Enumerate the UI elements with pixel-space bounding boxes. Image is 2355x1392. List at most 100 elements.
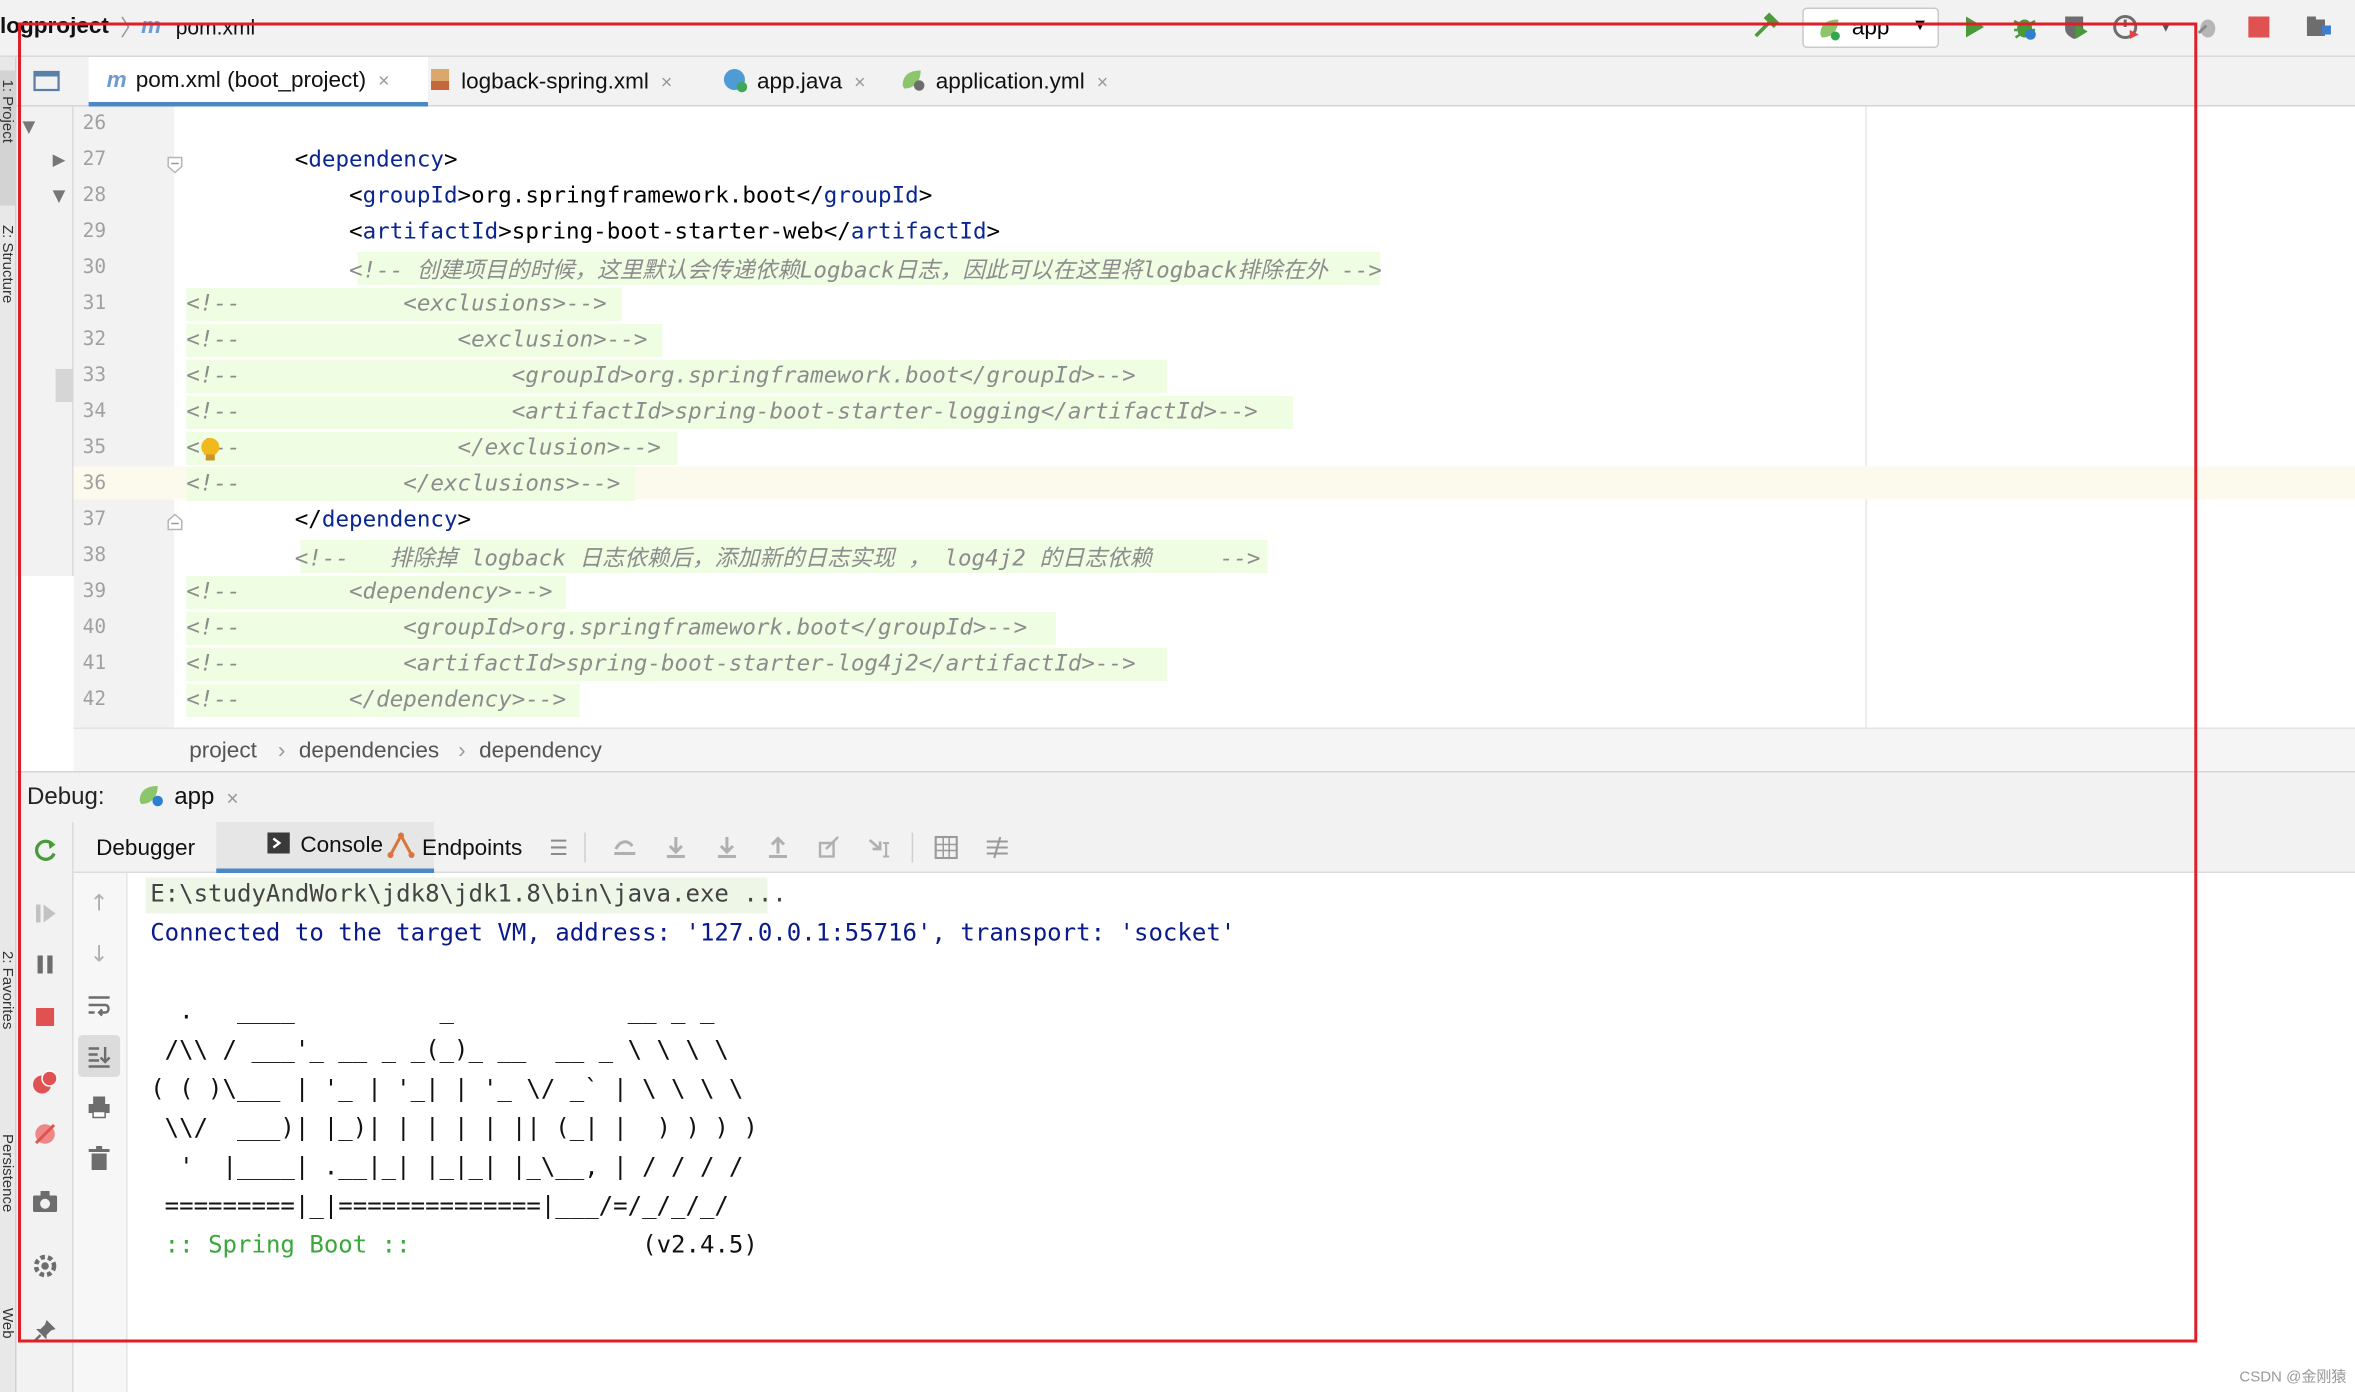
tab-endpoints[interactable]: Endpoints <box>387 822 522 873</box>
line-number: 33 <box>82 364 107 388</box>
console-output[interactable] <box>127 873 2355 1392</box>
toolbar-divider <box>911 832 914 863</box>
line-number: 40 <box>82 616 107 640</box>
code-line: <!-- <dependency>--> <box>186 578 552 605</box>
line-number: 34 <box>82 400 107 424</box>
clear-all-trash-icon[interactable] <box>84 1143 114 1173</box>
breadcrumb-separator: › <box>277 738 286 764</box>
fold-icon[interactable] <box>167 509 184 538</box>
trace-settings-icon[interactable] <box>984 834 1011 861</box>
xml-text: < <box>186 145 309 173</box>
scroll-to-end-toggle[interactable] <box>78 1035 121 1077</box>
rerun-icon[interactable] <box>30 836 60 866</box>
watermark: CSDN @金刚猿 <box>2239 1369 2347 1387</box>
code-line: <!-- </exclusions>--> <box>186 470 620 497</box>
xml-comment: <!-- <artifactId>spring-boot-starter-log… <box>186 397 1258 425</box>
debug-tool-window-header: Debug: app × <box>16 771 2355 824</box>
soft-wrap-icon[interactable] <box>84 990 114 1020</box>
code-line: <!-- <artifactId>spring-boot-starter-log… <box>186 398 1258 425</box>
web-tool-button[interactable]: Web <box>0 1299 15 1374</box>
code-line: </dependency> <box>186 506 471 533</box>
xml-text: < <box>186 181 363 209</box>
xml-tag-name: groupId <box>823 181 919 209</box>
xml-text: > <box>457 505 472 533</box>
tab-debugger[interactable]: Debugger <box>96 822 195 873</box>
step-over-icon[interactable] <box>662 834 689 861</box>
intention-bulb-icon[interactable] <box>198 437 222 470</box>
xml-tag-name: groupId <box>362 181 458 209</box>
view-breakpoints-icon[interactable] <box>30 1068 60 1098</box>
breadcrumb-item[interactable]: project <box>189 738 257 764</box>
code-line: <artifactId>spring-boot-starter-web</art… <box>186 218 1000 245</box>
console-side-toolbar: ↑ ↓ <box>73 873 128 1392</box>
code-line: <!-- <artifactId>spring-boot-starter-log… <box>186 650 1135 677</box>
code-line: <!-- </exclusion>--> <box>186 434 661 461</box>
step-into-icon[interactable] <box>713 834 740 861</box>
line-number: 31 <box>82 292 107 316</box>
xml-comment: <!-- </exclusions>--> <box>186 469 621 497</box>
debug-session-tab[interactable]: app × <box>137 773 239 824</box>
breadcrumb-item[interactable]: dependency <box>479 738 602 764</box>
code-lines: 26 27 <dependency> 28 <groupId>org.springf… <box>0 0 2355 728</box>
code-line: <groupId>org.springframework.boot</group… <box>186 182 932 209</box>
line-number: 28 <box>82 184 107 208</box>
code-line: <dependency> <box>186 145 458 173</box>
xml-tag-name: dependency <box>308 145 444 173</box>
scroll-down-icon[interactable]: ↓ <box>84 939 114 969</box>
line-number: 30 <box>82 256 107 280</box>
tab-label: Console <box>300 832 384 859</box>
xml-tag-name: artifactId <box>362 217 499 245</box>
xml-text: > <box>918 181 933 209</box>
mute-breakpoints-icon[interactable] <box>30 1119 60 1149</box>
xml-comment: <!-- 创建项目的时候，这里默认会传递依赖Logback日志，因此可以在这里将… <box>186 256 1382 284</box>
step-out-icon[interactable] <box>764 834 791 861</box>
stop-icon[interactable] <box>30 1002 60 1032</box>
line-number: 27 <box>82 148 107 172</box>
line-number: 41 <box>82 652 107 676</box>
xml-comment: <!-- <groupId>org.springframework.boot</… <box>186 361 1136 389</box>
tab-label: Debugger <box>96 834 196 861</box>
camera-icon[interactable] <box>30 1187 60 1217</box>
line-number: 32 <box>82 328 107 352</box>
scroll-up-icon[interactable]: ↑ <box>84 888 114 918</box>
resume-icon[interactable] <box>30 899 60 929</box>
line-number: 38 <box>82 544 107 568</box>
persistence-tool-button[interactable]: Persistence <box>0 1125 15 1275</box>
drop-frame-icon[interactable] <box>816 834 843 861</box>
menu-icon[interactable]: ☰ <box>545 834 572 861</box>
code-line: <!-- 创建项目的时候，这里默认会传递依赖Logback日志，因此可以在这里将… <box>186 254 1382 286</box>
persistence-tool-label: Persistence <box>0 1134 16 1213</box>
run-to-cursor-icon[interactable] <box>867 834 894 861</box>
web-tool-label: Web <box>0 1308 16 1339</box>
pause-icon[interactable] <box>30 950 60 980</box>
console-icon <box>267 831 290 859</box>
code-line: <!-- 排除掉 logback 日志依赖后，添加新的日志实现 ， log4j2… <box>186 542 1261 574</box>
evaluate-expression-icon[interactable] <box>933 834 960 861</box>
pin-icon[interactable] <box>30 1316 60 1346</box>
xml-comment: <!-- <exclusions>--> <box>186 289 607 317</box>
close-icon[interactable]: × <box>226 786 238 810</box>
debug-actions-column <box>16 822 74 1392</box>
print-icon[interactable] <box>84 1092 114 1122</box>
xml-text: > <box>986 217 1001 245</box>
fold-icon[interactable] <box>167 152 184 181</box>
favorites-tool-button[interactable]: 2: Favorites <box>0 942 15 1107</box>
line-number: 29 <box>82 220 107 244</box>
debug-label: Debug: <box>27 784 105 811</box>
line-number: 37 <box>82 508 107 532</box>
breadcrumb-item[interactable]: dependencies <box>299 738 439 764</box>
editor-breadcrumb: project › dependencies › dependency <box>73 727 2355 771</box>
xml-text: < <box>186 217 363 245</box>
line-number: 39 <box>82 580 107 604</box>
line-number: 35 <box>82 436 107 460</box>
xml-text: >org.springframework.boot</ <box>457 181 824 209</box>
toolbar-divider <box>584 832 586 863</box>
xml-tag-name: dependency <box>321 505 458 533</box>
show-execution-point-icon[interactable] <box>611 834 638 861</box>
code-line: <!-- </dependency>--> <box>186 686 566 713</box>
breadcrumb-separator: › <box>458 738 466 764</box>
xml-comment: <!-- </dependency>--> <box>186 685 567 713</box>
line-number: 36 <box>82 472 107 496</box>
settings-gear-icon[interactable] <box>30 1251 60 1281</box>
debug-session-label: app <box>174 784 215 811</box>
